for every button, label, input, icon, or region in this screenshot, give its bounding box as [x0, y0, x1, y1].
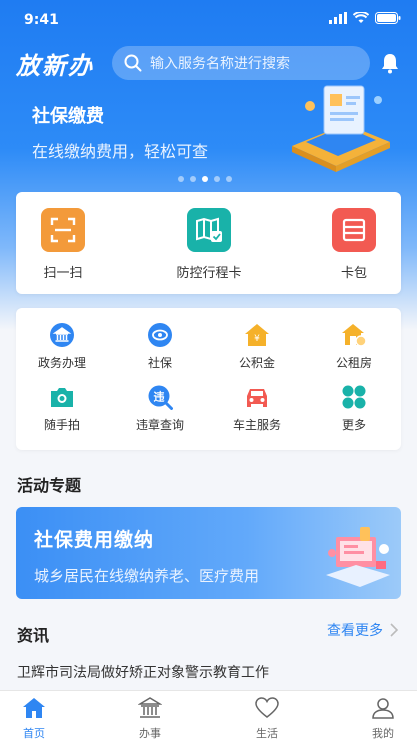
promo-title: 社保费用缴纳 [34, 529, 155, 551]
pagination-dot[interactable] [178, 176, 184, 182]
app-logo: 放新办 [16, 51, 94, 80]
card-wallet-button[interactable]: 卡包 [299, 208, 409, 281]
tab-label: 首页 [23, 727, 45, 740]
battery-icon [375, 12, 401, 24]
activity-promo-card[interactable]: 社保费用缴纳 城乡居民在线缴纳养老、医疗费用 [16, 507, 401, 599]
building-icon [137, 697, 163, 718]
service-label: 公租房 [335, 356, 372, 370]
service-label: 公积金 [238, 356, 275, 370]
card-wallet-label: 卡包 [340, 266, 367, 281]
pagination-dot-active[interactable] [202, 176, 208, 182]
service-government[interactable]: 政务办理 [14, 322, 110, 371]
tab-label: 生活 [256, 727, 278, 740]
search-placeholder: 输入服务名称进行搜索 [150, 56, 290, 72]
status-bar: 9:41 [0, 0, 417, 40]
map-pass-icon [187, 208, 231, 252]
svg-text:违: 违 [154, 390, 165, 404]
service-public-housing[interactable]: 公租房 [306, 322, 402, 371]
status-time: 9:41 [24, 12, 59, 28]
pagination-dot[interactable] [190, 176, 196, 182]
tab-life[interactable]: 生活 [227, 697, 307, 741]
tab-services[interactable]: 办事 [110, 697, 190, 741]
service-label: 社保 [147, 356, 172, 370]
housing-fund-icon: ¥ [244, 322, 270, 348]
social-security-icon [147, 322, 173, 348]
service-social-security[interactable]: 社保 [112, 322, 208, 371]
tab-home[interactable]: 首页 [0, 697, 74, 741]
service-more[interactable]: 更多 [306, 384, 402, 433]
pagination-dot[interactable] [226, 176, 232, 182]
banner-subtitle: 在线缴纳费用，轻松可查 [32, 142, 209, 161]
services-grid: 政务办理 社保 ¥ 公积金 公租房 随手拍 违 违章查询 车主服务 更多 [16, 308, 401, 450]
promo-subtitle: 城乡居民在线缴纳养老、医疗费用 [34, 567, 260, 585]
tab-label: 办事 [139, 727, 161, 740]
pagination-dot[interactable] [214, 176, 220, 182]
scan-icon [41, 208, 85, 252]
scan-button[interactable]: 扫一扫 [8, 208, 118, 281]
service-violation-search[interactable]: 违 违章查询 [112, 384, 208, 433]
status-icons [329, 12, 401, 24]
search-icon [124, 54, 142, 72]
government-icon [49, 322, 75, 348]
svg-text:¥: ¥ [254, 334, 260, 344]
tab-label: 我的 [372, 727, 394, 740]
user-icon [372, 698, 394, 719]
heart-icon [255, 697, 279, 718]
banner-pagination [178, 176, 232, 182]
camera-icon [49, 384, 75, 410]
bottom-tab-bar: 首页 办事 生活 我的 [0, 690, 417, 743]
service-car-owner[interactable]: 车主服务 [209, 384, 305, 433]
travel-card-button[interactable]: 防控行程卡 [154, 208, 264, 281]
banner-illustration [292, 85, 390, 172]
news-item[interactable]: 卫辉市司法局做好矫正对象警示教育工作 [17, 662, 269, 682]
service-label: 随手拍 [43, 418, 80, 432]
activity-section-title: 活动专题 [17, 476, 82, 495]
news-more-label: 查看更多 [327, 623, 383, 639]
news-section-title: 资讯 [17, 626, 50, 645]
service-label: 违章查询 [135, 418, 184, 432]
service-label: 车主服务 [232, 418, 281, 432]
home-icon [23, 698, 45, 718]
wifi-icon [353, 12, 369, 23]
signal-icon [329, 12, 347, 24]
quick-tools-card: 扫一扫 防控行程卡 卡包 [16, 192, 401, 294]
car-icon [244, 384, 270, 410]
news-more-link[interactable]: 查看更多 [327, 620, 399, 640]
violation-search-icon: 违 [147, 384, 173, 410]
more-grid-icon [341, 384, 367, 410]
tab-mine[interactable]: 我的 [343, 697, 417, 741]
service-label: 更多 [341, 418, 366, 432]
scan-label: 扫一扫 [43, 266, 83, 281]
banner-title[interactable]: 社保缴费 [32, 102, 104, 128]
service-label: 政务办理 [37, 356, 86, 370]
chevron-right-icon [390, 623, 399, 637]
card-wallet-icon [332, 208, 376, 252]
notification-bell-icon[interactable] [379, 52, 401, 74]
public-housing-icon [341, 322, 367, 348]
service-housing-fund[interactable]: ¥ 公积金 [209, 322, 305, 371]
search-bar[interactable]: 输入服务名称进行搜索 [112, 46, 370, 80]
service-snapshot[interactable]: 随手拍 [14, 384, 110, 433]
travel-card-label: 防控行程卡 [176, 266, 242, 281]
promo-illustration [326, 527, 390, 587]
